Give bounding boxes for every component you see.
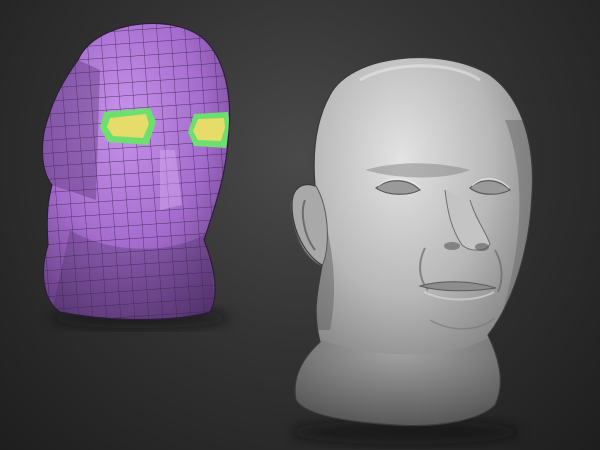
sculpted-head[interactable]: [280, 40, 550, 440]
low-poly-head[interactable]: [30, 10, 240, 330]
right-eye-polygroup: [188, 112, 230, 148]
3d-viewport[interactable]: [0, 0, 600, 450]
left-eye-polygroup: [100, 108, 156, 145]
scene-canvas: [30, 10, 550, 444]
